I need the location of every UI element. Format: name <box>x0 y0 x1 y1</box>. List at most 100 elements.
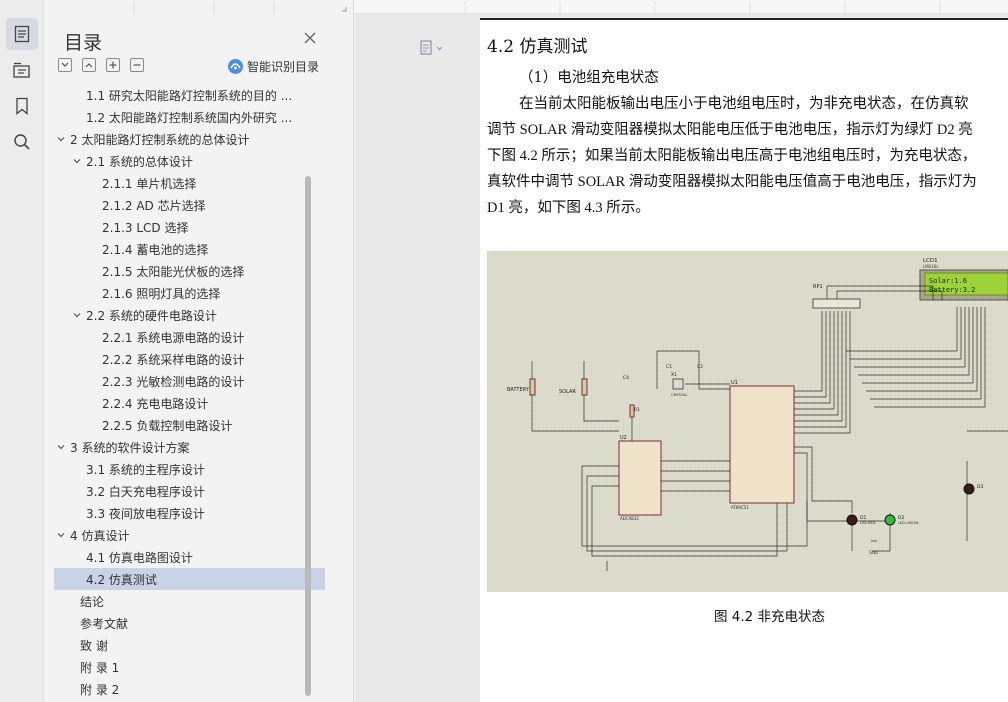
toc-item[interactable]: 3.2 白天充电程序设计 <box>54 480 325 502</box>
close-icon[interactable] <box>302 30 318 46</box>
paragraph-line: 在当前太阳能板输出电压小于电池组电压时，为非充电状态，在仿真软 <box>519 96 969 112</box>
wps-document-viewer: 目录 智能识别目录 1.1 研究太阳能路灯控制系统的目的 ... 1.2 太阳能路… <box>0 0 1008 702</box>
ai-icon <box>228 59 243 74</box>
battery-pot <box>529 378 536 396</box>
toc-scrollbar[interactable] <box>305 176 311 696</box>
toc-item-label: 参考文献 <box>80 616 129 631</box>
toc-item[interactable]: 2.2.4 充电电路设计 <box>54 392 325 414</box>
r1-label: R1 <box>634 407 640 413</box>
c2-label: C2 <box>697 364 703 370</box>
led-d2 <box>884 514 896 526</box>
toc-item[interactable]: 1.2 太阳能路灯控制系统国内外研究 ... <box>54 106 325 128</box>
toc-item[interactable]: 2.2.3 光敏检测电路的设计 <box>54 370 325 392</box>
toc-item-label: 1.1 研究太阳能路灯控制系统的目的 ... <box>86 88 293 103</box>
toc-title: 目录 <box>64 32 103 54</box>
toc-item[interactable]: 2.2.2 系统采样电路的设计 <box>54 348 325 370</box>
ruler-strip <box>355 0 1008 15</box>
paragraph-line: 调节 SOLAR 滑动变阻器模拟太阳能电压低于电池电压，指示灯为绿灯 D2 亮 <box>487 122 973 138</box>
solar-pot <box>581 378 588 396</box>
outline-icon[interactable] <box>6 54 38 86</box>
led-d1 <box>846 514 858 526</box>
toc-item-label: 结论 <box>80 594 105 609</box>
toc-item-label: 2.2.2 系统采样电路的设计 <box>102 352 245 367</box>
toc-item[interactable]: 2.1.3 LCD 选择 <box>54 216 325 238</box>
toc-item-label: 3.3 夜间放电程序设计 <box>86 506 205 521</box>
chevron-down-icon[interactable] <box>55 529 67 541</box>
toc-item-label: 2.1.1 单片机选择 <box>102 176 197 191</box>
toc-item-label: 4 仿真设计 <box>70 528 130 543</box>
rp-name: RP1 <box>813 284 823 290</box>
toc-item[interactable]: 3 系统的软件设计方案 <box>54 436 325 458</box>
toc-item-label: 1.2 太阳能路灯控制系统国内外研究 ... <box>86 110 293 125</box>
paragraph-line: 下图 4.2 所示；如果当前太阳能板输出电压高于电池组电压时，为充电状态， <box>487 148 977 164</box>
toc-item[interactable]: 2.1.2 AD 芯片选择 <box>54 194 325 216</box>
toc-item-label: 3.1 系统的主程序设计 <box>86 462 205 477</box>
toc-item-label: 4.1 仿真电路图设计 <box>86 550 193 565</box>
toc-item-label: 3 系统的软件设计方案 <box>70 440 190 455</box>
mcu-model: AT89C51 <box>731 505 749 510</box>
toc-item-label: 致 谢 <box>80 638 108 653</box>
toc-item-label: 4.2 仿真测试 <box>86 572 157 587</box>
toc-item[interactable]: 2.1.4 蓄电池的选择 <box>54 238 325 260</box>
toc-item-label: 3.2 白天充电程序设计 <box>86 484 205 499</box>
d3-label: D3 <box>977 484 983 490</box>
toc-item[interactable]: 4.2 仿真测试 <box>54 568 325 590</box>
toc-item-label: 2.1.2 AD 芯片选择 <box>102 198 206 213</box>
adc-chip <box>618 440 662 516</box>
toc-item[interactable]: 1.1 研究太阳能路灯控制系统的目的 ... <box>54 84 325 106</box>
d2-color-label: LED-GREEN <box>898 521 919 525</box>
smart-toc-label: 智能识别目录 <box>247 60 320 74</box>
figure-caption: 图 4.2 非充电状态 <box>714 609 826 625</box>
toc-item[interactable]: 结论 <box>54 590 325 612</box>
toc-item[interactable]: 参考文献 <box>54 612 325 634</box>
chevron-down-icon[interactable] <box>71 155 83 167</box>
chevron-down-icon[interactable] <box>71 309 83 321</box>
x1-label: X1 <box>671 372 677 378</box>
d1-color-label: LED-RED <box>860 521 876 525</box>
bookmark-icon[interactable] <box>6 90 38 122</box>
collapse-level-up-icon[interactable] <box>82 58 96 72</box>
remove-heading-icon[interactable] <box>130 58 144 72</box>
chevron-down-icon[interactable] <box>55 133 67 145</box>
toc-item-label: 2.2 系统的硬件电路设计 <box>86 308 217 323</box>
toc-item[interactable]: 4.1 仿真电路图设计 <box>54 546 325 568</box>
toc-item[interactable]: 附 录 2 <box>54 678 325 700</box>
toc-item[interactable]: 3.3 夜间放电程序设计 <box>54 502 325 524</box>
toc-item-label: 2.1.3 LCD 选择 <box>102 220 189 235</box>
mcu-name: U1 <box>731 380 738 386</box>
toc-item[interactable]: 2.2.1 系统电源电路的设计 <box>54 326 325 348</box>
toc-item-label: 2.1.5 太阳能光伏板的选择 <box>102 264 245 279</box>
toc-item[interactable]: 3.1 系统的主程序设计 <box>54 458 325 480</box>
chevron-down-icon[interactable] <box>55 441 67 453</box>
toc-item[interactable]: 附 录 1 <box>54 656 325 678</box>
c4-label: C4 <box>623 375 629 381</box>
expand-level-down-icon[interactable] <box>58 58 72 72</box>
toc-item[interactable]: 2.1.5 太阳能光伏板的选择 <box>54 260 325 282</box>
toc-item[interactable]: 2.1.6 照明灯具的选择 <box>54 282 325 304</box>
toc-item-label: 2.1.4 蓄电池的选择 <box>102 242 209 257</box>
gnd-label: GND <box>869 550 878 555</box>
smart-toc-button[interactable]: 智能识别目录 <box>228 58 319 75</box>
subsection-heading: （1）电池组充电状态 <box>519 70 659 86</box>
toc-item[interactable]: 2.1.1 单片机选择 <box>54 172 325 194</box>
toc-item[interactable]: 2.2.5 负载控制电路设计 <box>54 414 325 436</box>
toc-item[interactable]: 2.1 系统的总体设计 <box>54 150 325 172</box>
lcd-line-2: Battery:3.2 <box>929 286 975 294</box>
toc-item[interactable]: 2 太阳能路灯控制系统的总体设计 <box>54 128 325 150</box>
toc-icon[interactable] <box>6 18 38 50</box>
resistor-r1 <box>629 404 635 418</box>
search-icon[interactable] <box>6 126 38 158</box>
toc-item-label: 2.1 系统的总体设计 <box>86 154 193 169</box>
adc-model: ADC0832 <box>620 516 639 521</box>
add-heading-icon[interactable] <box>106 58 120 72</box>
toc-item[interactable]: 致 谢 <box>54 634 325 656</box>
toc-list: 1.1 研究太阳能路灯控制系统的目的 ... 1.2 太阳能路灯控制系统国内外研究… <box>54 84 325 702</box>
circuit-schematic-figure: LCD1 LM016L Solar:1.6 Battery:3.2 RP1 U1… <box>487 251 1008 592</box>
toc-item-label: 2.2.5 负载控制电路设计 <box>102 418 233 433</box>
toc-item[interactable]: 4 仿真设计 <box>54 524 325 546</box>
toc-item-label: 2 太阳能路灯控制系统的总体设计 <box>70 132 250 147</box>
page-menu-icon[interactable] <box>420 40 444 56</box>
toc-item[interactable]: 2.2 系统的硬件电路设计 <box>54 304 325 326</box>
paragraph-line: D1 亮，如下图 4.3 所示。 <box>487 200 650 216</box>
lcd-line-1: Solar:1.6 <box>929 277 967 285</box>
